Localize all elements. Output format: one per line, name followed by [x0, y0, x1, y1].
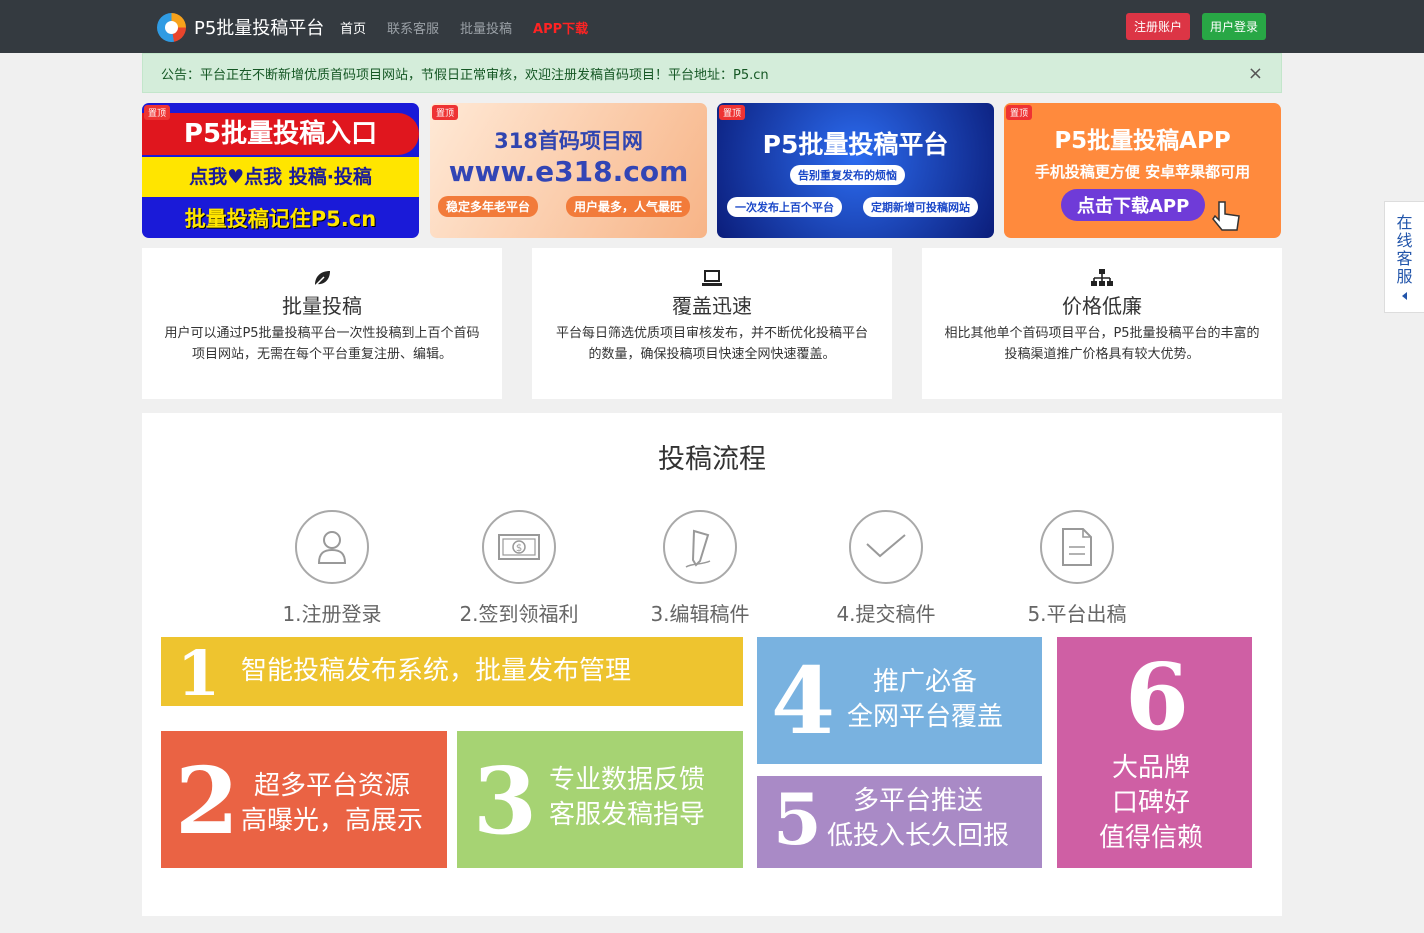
- step-edit: 3.编辑稿件: [620, 510, 780, 627]
- feature-desc: 用户可以通过P5批量投稿平台一次性投稿到上百个首码项目网站，无需在每个平台重复注…: [164, 326, 480, 362]
- nav-app-download[interactable]: APP下载: [533, 18, 588, 37]
- tile-number: 3: [473, 747, 538, 855]
- feature-low-price: 价格低廉 相比其他单个首码项目平台，P5批量投稿平台的丰富的投稿渠道推广价格具有…: [922, 248, 1282, 399]
- user-icon: [317, 531, 347, 564]
- step-label: 4.提交稿件: [836, 602, 936, 626]
- tile-text: 多平台推送 低投入长久回报: [827, 786, 1010, 851]
- feature-batch-submit: 批量投稿 用户可以通过P5批量投稿平台一次性投稿到上百个首码项目网站，无需在每个…: [142, 248, 502, 399]
- check-icon: [866, 534, 906, 558]
- banner-title: P5批量投稿入口: [142, 113, 419, 155]
- brand-logo-icon: [157, 12, 186, 42]
- register-button[interactable]: 注册账户: [1126, 13, 1191, 40]
- main-nav: 首页 联系客服 批量投稿 APP下载: [340, 18, 588, 37]
- pinned-badge: 置顶: [144, 105, 171, 120]
- login-button[interactable]: 用户登录: [1202, 13, 1267, 40]
- brand-name: P5批量投稿平台: [194, 18, 325, 39]
- step-label: 3.编辑稿件: [650, 602, 750, 626]
- step-label: 5.平台出稿: [1027, 602, 1127, 626]
- step-register: 1.注册登录: [252, 510, 412, 627]
- banner-e318[interactable]: 置顶 318首码项目网 www.e318.com 稳定多年老平台 用户最多，人气…: [430, 103, 707, 238]
- tile-number: 6: [1125, 643, 1190, 751]
- banner-pill: 用户最多，人气最旺: [566, 196, 691, 217]
- tile-number: 5: [773, 778, 822, 861]
- banner-url: www.e318.com: [448, 155, 689, 188]
- online-service-label: 在线客服: [1396, 213, 1413, 286]
- step-label: 2.签到领福利: [459, 602, 579, 626]
- svg-text:$: $: [516, 543, 522, 554]
- tile-4: 4 推广必备 全网平台覆盖: [757, 637, 1042, 764]
- pinned-badge: 置顶: [432, 105, 459, 120]
- notice-bar: 公告：平台正在不断新增优质首码项目网站，节假日正常审核，欢迎注册发稿首码项目！平…: [142, 53, 1282, 93]
- money-icon: $: [498, 534, 540, 560]
- tile-text: 超多平台资源 高曝光，高展示: [241, 771, 424, 836]
- download-app-button[interactable]: 点击下载APP: [1061, 189, 1206, 221]
- tile-number: 4: [771, 647, 836, 755]
- tile-number: 2: [175, 747, 240, 855]
- section-title: 投稿流程: [658, 444, 766, 475]
- caret-left-icon: [1402, 292, 1407, 300]
- close-icon[interactable]: ×: [1248, 63, 1263, 84]
- document-icon: [1062, 528, 1092, 566]
- banner-pill: 稳定多年老平台: [438, 196, 539, 217]
- step-submit: 4.提交稿件: [806, 510, 966, 627]
- banner-pill: 一次发布上百个平台: [727, 197, 842, 217]
- banner-p5-app[interactable]: 置顶 P5批量投稿APP 手机投稿更方便 安卓苹果都可用 点击下载APP: [1004, 103, 1281, 238]
- brand[interactable]: P5批量投稿平台: [157, 12, 324, 42]
- notice-text: 公告：平台正在不断新增优质首码项目网站，节假日正常审核，欢迎注册发稿首码项目！平…: [161, 67, 769, 83]
- tile-1: 1 智能投稿发布系统，批量发布管理: [161, 637, 743, 706]
- banner-pill: 定期新增可投稿网站: [863, 197, 978, 217]
- banner-subtitle: 点我♥点我 投稿·投稿: [142, 157, 419, 197]
- step-checkin: $ 2.签到领福利: [439, 510, 599, 627]
- nav-home[interactable]: 首页: [340, 18, 366, 37]
- nav-batch-submit[interactable]: 批量投稿: [460, 18, 512, 37]
- tile-text: 专业数据反馈 客服发稿指导: [549, 765, 706, 830]
- feature-title: 批量投稿: [282, 294, 362, 318]
- tile-2: 2 超多平台资源 高曝光，高展示: [161, 731, 447, 868]
- banner-title: P5批量投稿APP: [1054, 128, 1231, 154]
- sitemap-icon: [1091, 269, 1113, 286]
- banner-p5-entry[interactable]: 置顶 P5批量投稿入口 点我♥点我 投稿·投稿 批量投稿记住P5.cn: [142, 103, 419, 238]
- banner-slogan: 批量投稿记住P5.cn: [184, 207, 377, 231]
- laptop-icon: [702, 270, 722, 286]
- pinned-badge: 置顶: [1006, 105, 1033, 120]
- tile-6: 6 大品牌 口碑好 值得信赖: [1057, 637, 1252, 868]
- leaf-icon: [314, 271, 330, 287]
- pinned-badge: 置顶: [719, 105, 746, 120]
- pencil-icon: [685, 529, 711, 568]
- feature-title: 覆盖迅速: [672, 294, 752, 318]
- banner-title: P5批量投稿平台: [762, 130, 949, 159]
- hand-pointer-icon: [1212, 201, 1240, 231]
- nav-contact[interactable]: 联系客服: [387, 18, 439, 37]
- banner-pill: 告别重复发布的烦恼: [790, 165, 905, 185]
- feature-title: 价格低廉: [1062, 294, 1142, 318]
- process-section: 投稿流程 1.注册登录 $ 2.签到领福利 3.编辑稿件 4.提交稿件 5.平台…: [142, 413, 1282, 916]
- feature-desc: 平台每日筛选优质项目审核发布，并不断优化投稿平台的数量，确保投稿项目快速全网快速…: [555, 326, 868, 362]
- banner-p5-platform[interactable]: 置顶 P5批量投稿平台 告别重复发布的烦恼 一次发布上百个平台 定期新增可投稿网…: [717, 103, 994, 238]
- tile-5: 5 多平台推送 低投入长久回报: [757, 776, 1042, 868]
- tile-3: 3 专业数据反馈 客服发稿指导: [457, 731, 743, 868]
- banner-title: 318首码项目网: [494, 129, 643, 153]
- step-publish: 5.平台出稿: [997, 510, 1157, 627]
- top-navbar: P5批量投稿平台 首页 联系客服 批量投稿 APP下载 注册账户 用户登录: [0, 0, 1424, 53]
- banner-subtitle: 手机投稿更方便 安卓苹果都可用: [1034, 163, 1251, 181]
- tile-text: 智能投稿发布系统，批量发布管理: [241, 656, 632, 686]
- tile-text: 推广必备 全网平台覆盖: [847, 667, 1004, 732]
- feature-fast-coverage: 覆盖迅速 平台每日筛选优质项目审核发布，并不断优化投稿平台的数量，确保投稿项目快…: [532, 248, 892, 399]
- tile-number: 1: [177, 637, 221, 706]
- step-label: 1.注册登录: [282, 602, 382, 626]
- feature-desc: 相比其他单个首码项目平台，P5批量投稿平台的丰富的投稿渠道推广价格具有较大优势。: [944, 326, 1260, 362]
- tile-text: 大品牌 口碑好 值得信赖: [1099, 753, 1204, 853]
- online-service-tab[interactable]: 在线客服: [1384, 201, 1424, 313]
